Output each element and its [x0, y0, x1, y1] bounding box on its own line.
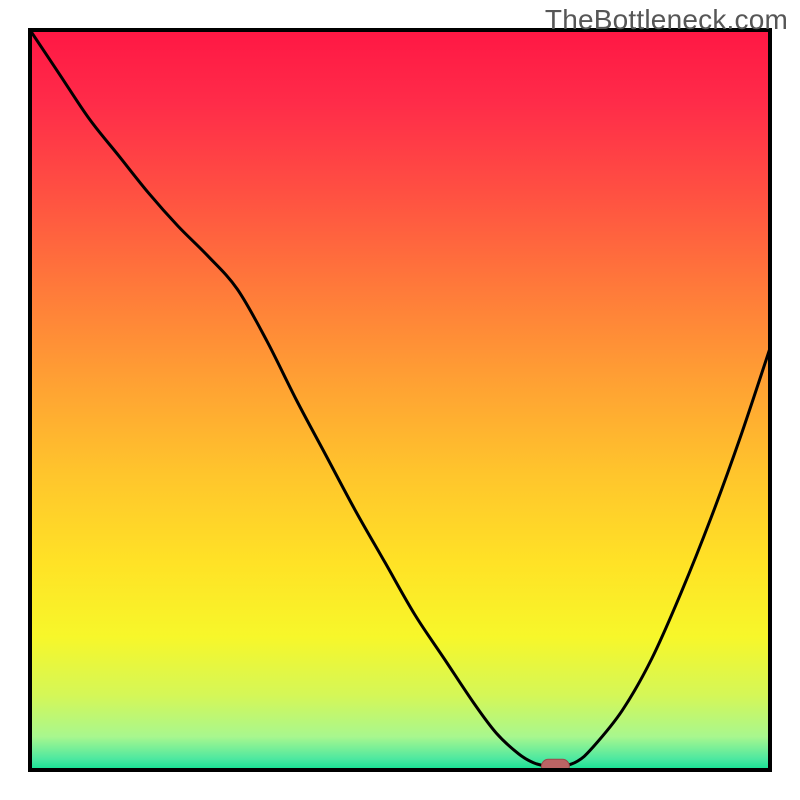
chart-frame: TheBottleneck.com	[0, 0, 800, 800]
bottleneck-chart	[0, 0, 800, 800]
plot-background	[30, 30, 770, 770]
watermark-text: TheBottleneck.com	[545, 4, 788, 36]
